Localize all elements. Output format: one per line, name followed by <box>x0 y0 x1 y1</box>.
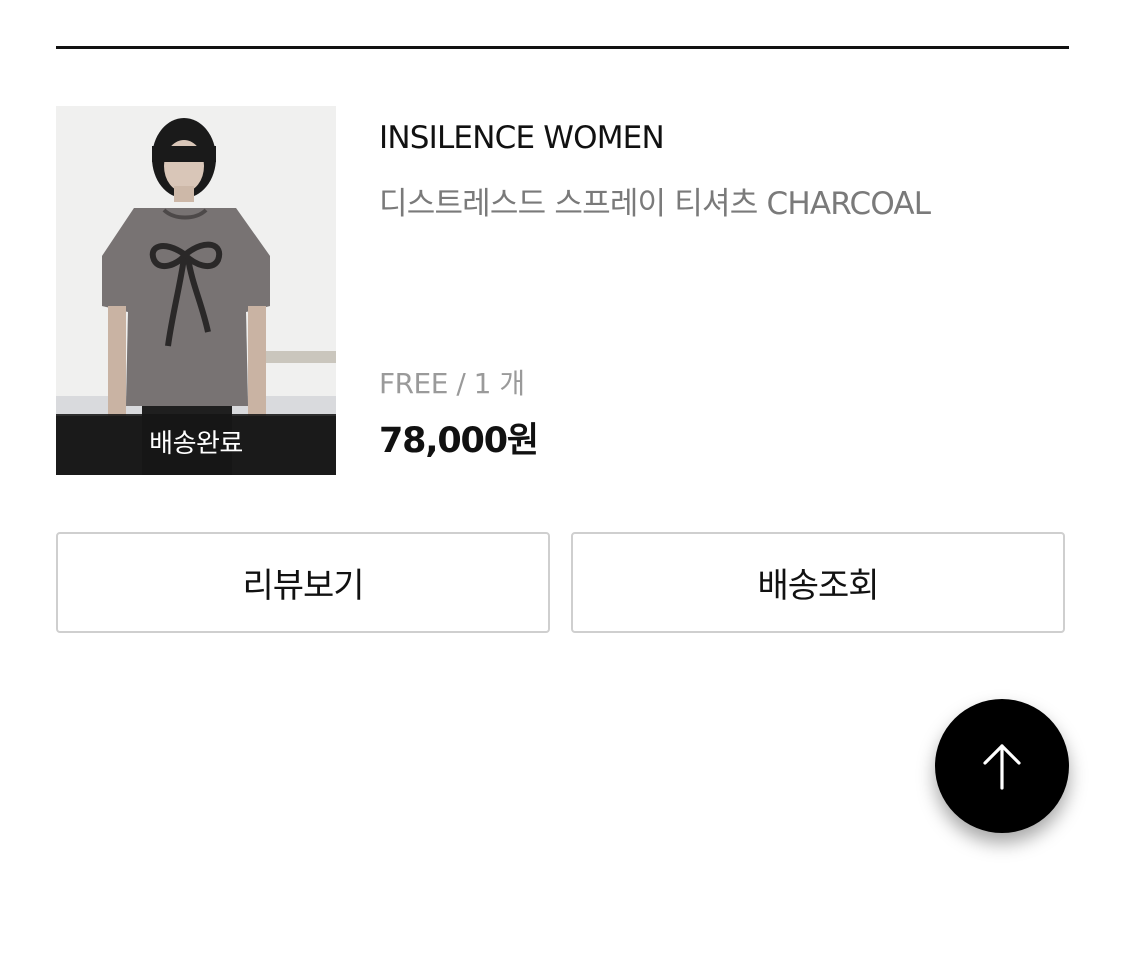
brand-name[interactable]: INSILENCE WOMEN <box>379 120 665 156</box>
option-quantity: FREE / 1 개 <box>379 367 525 400</box>
price: 78,000원 <box>379 421 539 461</box>
arrow-up-icon <box>983 744 1021 790</box>
product-info: INSILENCE WOMEN 디스트레스드 스프레이 티셔츠 CHARCOAL… <box>379 106 1069 475</box>
product-name[interactable]: 디스트레스드 스프레이 티셔츠 CHARCOAL <box>379 178 931 223</box>
scroll-to-top-button[interactable] <box>935 699 1069 833</box>
view-review-button[interactable]: 리뷰보기 <box>56 532 550 633</box>
delivery-status-badge: 배송완료 <box>56 414 336 475</box>
top-divider <box>56 46 1069 49</box>
view-review-button-label: 리뷰보기 <box>242 566 364 606</box>
product-image[interactable]: 배송완료 <box>56 106 336 475</box>
order-item-card: 배송완료 INSILENCE WOMEN 디스트레스드 스프레이 티셔츠 CHA… <box>56 106 1069 476</box>
track-delivery-button[interactable]: 배송조회 <box>571 532 1065 633</box>
track-delivery-button-label: 배송조회 <box>757 566 879 606</box>
